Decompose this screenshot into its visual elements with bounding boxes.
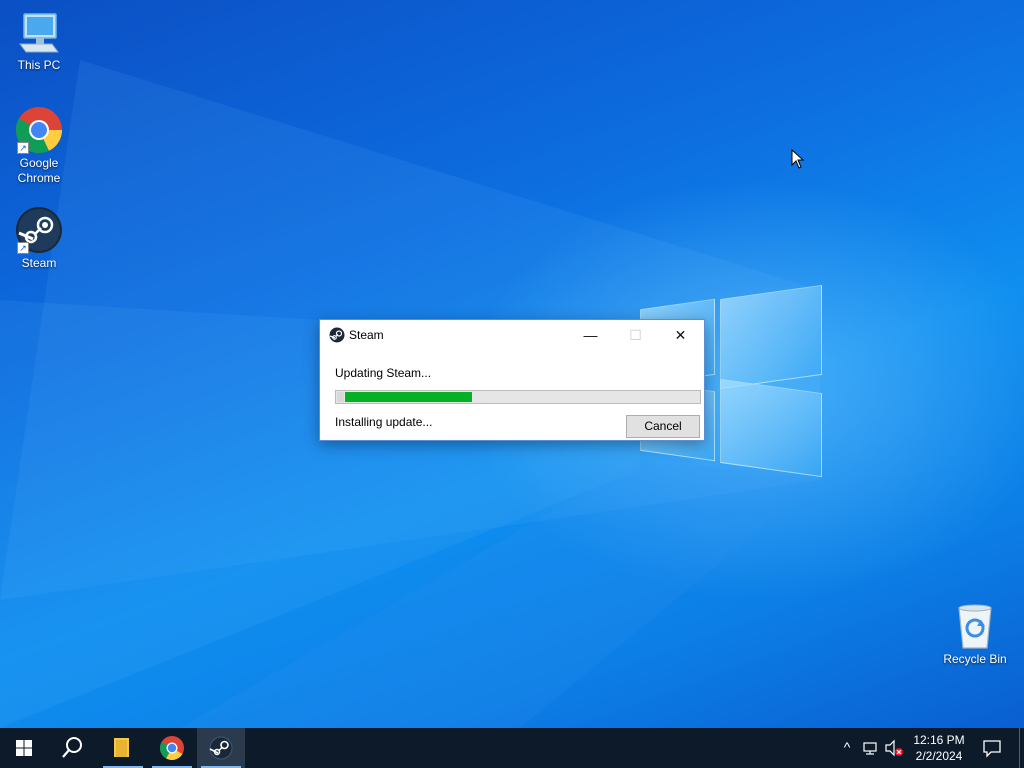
desktop-icon-label: Chrome [17,171,61,185]
chrome-icon: ↗ [15,106,63,154]
steam-icon [209,736,233,760]
desktop-icon-label: Steam [21,256,57,270]
taskbar-clock[interactable]: 12:16 PM 2/2/2024 [906,732,972,764]
windows-start-icon [16,740,32,756]
desktop-icon-recycle-bin[interactable]: Recycle Bin [937,602,1013,667]
maximize-button[interactable]: ☐ [613,320,658,350]
wallpaper-logo-pane [720,378,822,478]
notification-center-icon[interactable] [982,738,1002,758]
update-progress-bar [335,390,701,404]
shortcut-arrow-icon: ↗ [17,142,29,154]
steam-update-dialog: Steam — ☐ ✕ Updating Steam... Installing… [319,319,705,441]
steam-icon: ↗ [15,206,63,254]
clock-time: 12:16 PM [913,733,965,747]
progress-bar-fill [345,392,472,402]
dialog-heading: Updating Steam... [335,366,432,380]
desktop-icon-label: Google [19,156,59,170]
network-icon[interactable] [862,738,880,758]
desktop: This PC ↗ Google Chrome ↗ Steam Recycle … [0,0,1024,728]
taskbar-file-explorer[interactable] [99,728,147,768]
show-desktop-button[interactable] [1019,728,1024,768]
desktop-icon-label: Recycle Bin [943,652,1007,666]
search-icon [62,737,82,758]
taskbar: ^ 12:16 PM 2/2/2024 [0,728,1024,768]
clock-date: 2/2/2024 [915,749,963,763]
chrome-icon [159,736,184,761]
search-button[interactable] [48,728,96,768]
start-button[interactable] [0,728,48,768]
progress-bar-start [337,392,344,402]
minimize-button[interactable]: — [568,320,613,350]
volume-muted-icon[interactable] [884,738,904,758]
close-button[interactable]: ✕ [658,320,703,350]
recycle-bin-icon [953,602,997,650]
show-hidden-icons-button[interactable]: ^ [838,739,856,759]
dialog-title: Steam [349,328,384,342]
dialog-titlebar[interactable]: Steam — ☐ ✕ [320,320,704,350]
wallpaper-logo-pane [720,284,822,390]
desktop-icon-google-chrome[interactable]: ↗ Google Chrome [1,106,77,186]
mouse-cursor-icon [791,149,805,169]
desktop-icon-steam[interactable]: ↗ Steam [1,206,77,271]
steam-icon [329,327,345,343]
shortcut-arrow-icon: ↗ [17,242,29,254]
desktop-icon-this-pc[interactable]: This PC [1,10,77,73]
dialog-status-text: Installing update... [335,415,433,429]
desktop-icon-label: This PC [17,58,61,72]
file-explorer-icon [114,738,129,757]
taskbar-steam[interactable] [197,728,245,768]
cancel-button[interactable]: Cancel [626,415,700,438]
this-pc-icon [16,10,62,56]
taskbar-chrome[interactable] [148,728,196,768]
